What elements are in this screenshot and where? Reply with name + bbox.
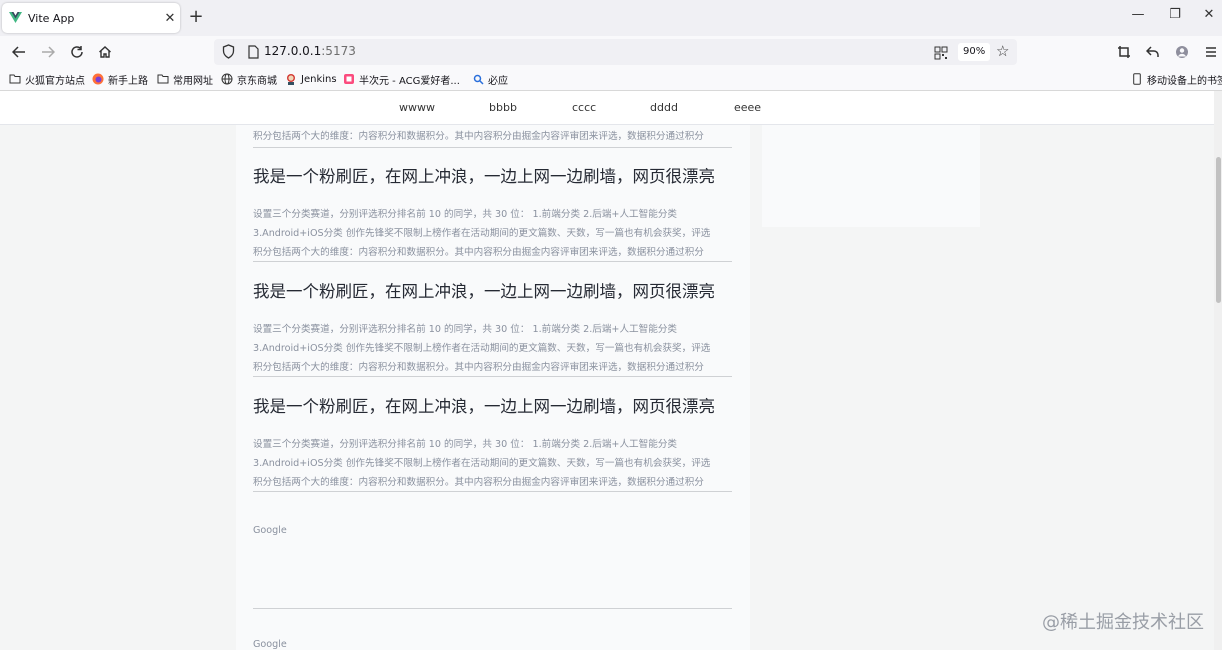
article-excerpt-line: 积分包括两个大的维度：内容积分和数据积分。其中内容积分由掘金内容评审团来评选，数… <box>253 477 704 488</box>
article-excerpt-line: 积分包括两个大的维度：内容积分和数据积分。其中内容积分由掘金内容评审团来评选，数… <box>253 362 704 373</box>
bcy-icon <box>343 73 355 85</box>
bookmark-label: 火狐官方站点 <box>25 75 85 87</box>
article-title[interactable]: 我是一个粉刷匠，在网上冲浪，一边上网一边刷墙，网页很漂亮 <box>253 163 715 187</box>
sidebar-panel <box>762 125 980 227</box>
home-icon[interactable] <box>94 41 116 63</box>
article-excerpt-line: 积分包括两个大的维度：内容积分和数据积分。其中内容积分由掘金内容评审团来评选，数… <box>253 247 704 258</box>
nav-link-bbbb[interactable]: bbbb <box>489 101 517 114</box>
close-window-button[interactable]: ✕ <box>1199 7 1219 22</box>
site-nav-bar: wwww bbbb cccc dddd eeee <box>0 91 1214 125</box>
article-excerpt-line: 3.Android+iOS分类 创作先锋奖不限制上榜作者在活动期间的更文篇数、天… <box>253 343 711 354</box>
minimize-button[interactable]: — <box>1128 7 1148 22</box>
restore-button[interactable]: ❐ <box>1165 7 1185 22</box>
tab-strip: Vite App ✕ + — ❐ ✕ <box>0 0 1222 36</box>
ad-label: Google <box>253 639 287 650</box>
tab-title: Vite App <box>28 11 75 25</box>
article-item[interactable]: 我是一个粉刷匠，在网上冲浪，一边上网一边刷墙，网页很漂亮 设置三个分类赛道，分别… <box>253 393 732 492</box>
bookmark-getting-started[interactable]: 新手上路 <box>92 71 148 87</box>
mobile-bookmarks-label: 移动设备上的书签 <box>1147 75 1222 87</box>
ad-label: Google <box>253 525 287 536</box>
article-excerpt-line: 设置三个分类赛道，分别评选积分排名前 10 的同学，共 30 位： 1.前端分类… <box>253 439 678 450</box>
bookmark-bcy[interactable]: 半次元 - ACG爱好者... <box>343 71 460 87</box>
tab-close-icon[interactable]: ✕ <box>160 11 180 26</box>
mobile-device-icon <box>1131 73 1143 85</box>
reload-icon[interactable] <box>66 41 88 63</box>
jenkins-icon <box>285 73 297 85</box>
nav-link-eeee[interactable]: eeee <box>734 101 761 114</box>
watermark: @稀土掘金技术社区 <box>1042 612 1204 633</box>
bookmark-firefox-official[interactable]: 火狐官方站点 <box>9 71 85 87</box>
bookmark-jenkins[interactable]: Jenkins <box>285 71 337 87</box>
bookmark-jd[interactable]: 京东商城 <box>221 71 277 87</box>
folder-icon <box>157 73 169 85</box>
page-info-icon[interactable] <box>248 44 259 63</box>
undo-icon[interactable] <box>1142 41 1164 63</box>
navigation-toolbar: 127.0.0.1:5173 90% ☆ <box>0 36 1222 68</box>
bookmarks-toolbar: 火狐官方站点 新手上路 常用网址 京东商城 Jenkins 半次元 - ACG爱… <box>0 68 1222 90</box>
article-excerpt-line: 3.Android+iOS分类 创作先锋奖不限制上榜作者在活动期间的更文篇数、天… <box>253 458 711 469</box>
forward-arrow-icon[interactable] <box>37 41 59 63</box>
article-excerpt-line: 积分包括两个大的维度：内容积分和数据积分。其中内容积分由掘金内容评审团来评选，数… <box>253 131 704 142</box>
firefox-icon <box>92 73 104 85</box>
back-arrow-icon[interactable] <box>8 41 30 63</box>
bookmark-label: 新手上路 <box>108 75 148 87</box>
screenshot-icon[interactable] <box>1113 41 1135 63</box>
article-item-partial[interactable]: 积分包括两个大的维度：内容积分和数据积分。其中内容积分由掘金内容评审团来评选，数… <box>253 125 732 148</box>
bookmark-bing[interactable]: 必应 <box>472 71 508 87</box>
page-scrollbar[interactable] <box>1214 91 1222 650</box>
scrollbar-thumb[interactable] <box>1216 157 1221 303</box>
bookmark-label: 必应 <box>488 75 508 87</box>
bookmark-label: 京东商城 <box>237 75 277 87</box>
tab-vite-app[interactable]: Vite App ✕ <box>2 3 180 33</box>
article-item[interactable]: 我是一个粉刷匠，在网上冲浪，一边上网一边刷墙，网页很漂亮 设置三个分类赛道，分别… <box>253 163 732 262</box>
tracking-shield-icon[interactable] <box>222 44 235 63</box>
nav-link-dddd[interactable]: dddd <box>650 101 678 114</box>
ad-block[interactable]: Google <box>253 639 732 650</box>
bookmark-label: Jenkins <box>301 73 337 85</box>
search-icon <box>472 73 484 85</box>
nav-link-cccc[interactable]: cccc <box>572 101 596 114</box>
url-host: 127.0.0.1 <box>264 44 322 58</box>
account-icon[interactable] <box>1171 41 1193 63</box>
article-title[interactable]: 我是一个粉刷匠，在网上冲浪，一边上网一边刷墙，网页很漂亮 <box>253 278 715 302</box>
article-excerpt-line: 设置三个分类赛道，分别评选积分排名前 10 的同学，共 30 位： 1.前端分类… <box>253 324 678 335</box>
url-port: :5173 <box>321 44 356 58</box>
folder-icon <box>9 73 21 85</box>
article-title[interactable]: 我是一个粉刷匠，在网上冲浪，一边上网一边刷墙，网页很漂亮 <box>253 393 715 417</box>
qr-code-icon[interactable] <box>934 45 948 60</box>
bookmark-label: 半次元 - ACG爱好者... <box>359 75 460 87</box>
new-tab-button[interactable]: + <box>186 6 206 28</box>
article-item[interactable]: 我是一个粉刷匠，在网上冲浪，一边上网一边刷墙，网页很漂亮 设置三个分类赛道，分别… <box>253 278 732 377</box>
article-excerpt-line: 设置三个分类赛道，分别评选积分排名前 10 的同学，共 30 位： 1.前端分类… <box>253 209 678 220</box>
menu-icon[interactable] <box>1200 41 1222 63</box>
bookmark-star-icon[interactable]: ☆ <box>996 42 1009 60</box>
vue-logo-icon <box>8 11 22 25</box>
url-text[interactable]: 127.0.0.1:5173 <box>264 44 356 58</box>
bookmark-label: 常用网址 <box>173 75 213 87</box>
nav-link-wwww[interactable]: wwww <box>399 101 435 114</box>
bookmark-common-sites[interactable]: 常用网址 <box>157 71 213 87</box>
article-excerpt-line: 3.Android+iOS分类 创作先锋奖不限制上榜作者在活动期间的更文篇数、天… <box>253 228 711 239</box>
page-viewport: wwww bbbb cccc dddd eeee 积分包括两个大的维度：内容积分… <box>0 90 1222 650</box>
ad-block[interactable]: Google <box>253 525 732 609</box>
article-list: 积分包括两个大的维度：内容积分和数据积分。其中内容积分由掘金内容评审团来评选，数… <box>236 125 750 650</box>
zoom-level-button[interactable]: 90% <box>958 43 991 61</box>
address-bar[interactable]: 127.0.0.1:5173 90% ☆ <box>214 39 1017 65</box>
globe-icon <box>221 73 233 85</box>
mobile-bookmarks[interactable]: 移动设备上的书签 <box>1131 71 1222 87</box>
